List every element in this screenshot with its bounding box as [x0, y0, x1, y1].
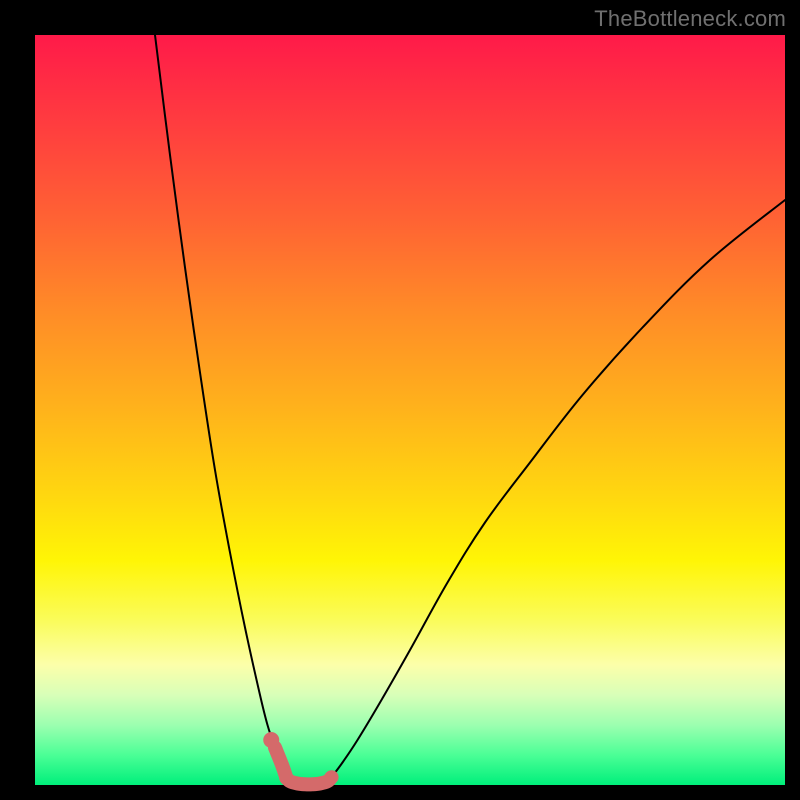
series-left-curve — [155, 35, 286, 778]
chart-svg — [35, 35, 785, 785]
highlight-dot — [263, 732, 279, 748]
series-right-curve — [331, 200, 785, 778]
frame-bottom — [0, 785, 800, 800]
chart-plot-area — [35, 35, 785, 785]
frame-left — [0, 0, 35, 800]
curve-layer — [155, 35, 785, 784]
highlight-segment — [275, 748, 332, 785]
watermark-text: TheBottleneck.com — [594, 6, 786, 32]
highlight-layer — [263, 732, 331, 784]
frame-right — [785, 0, 800, 800]
